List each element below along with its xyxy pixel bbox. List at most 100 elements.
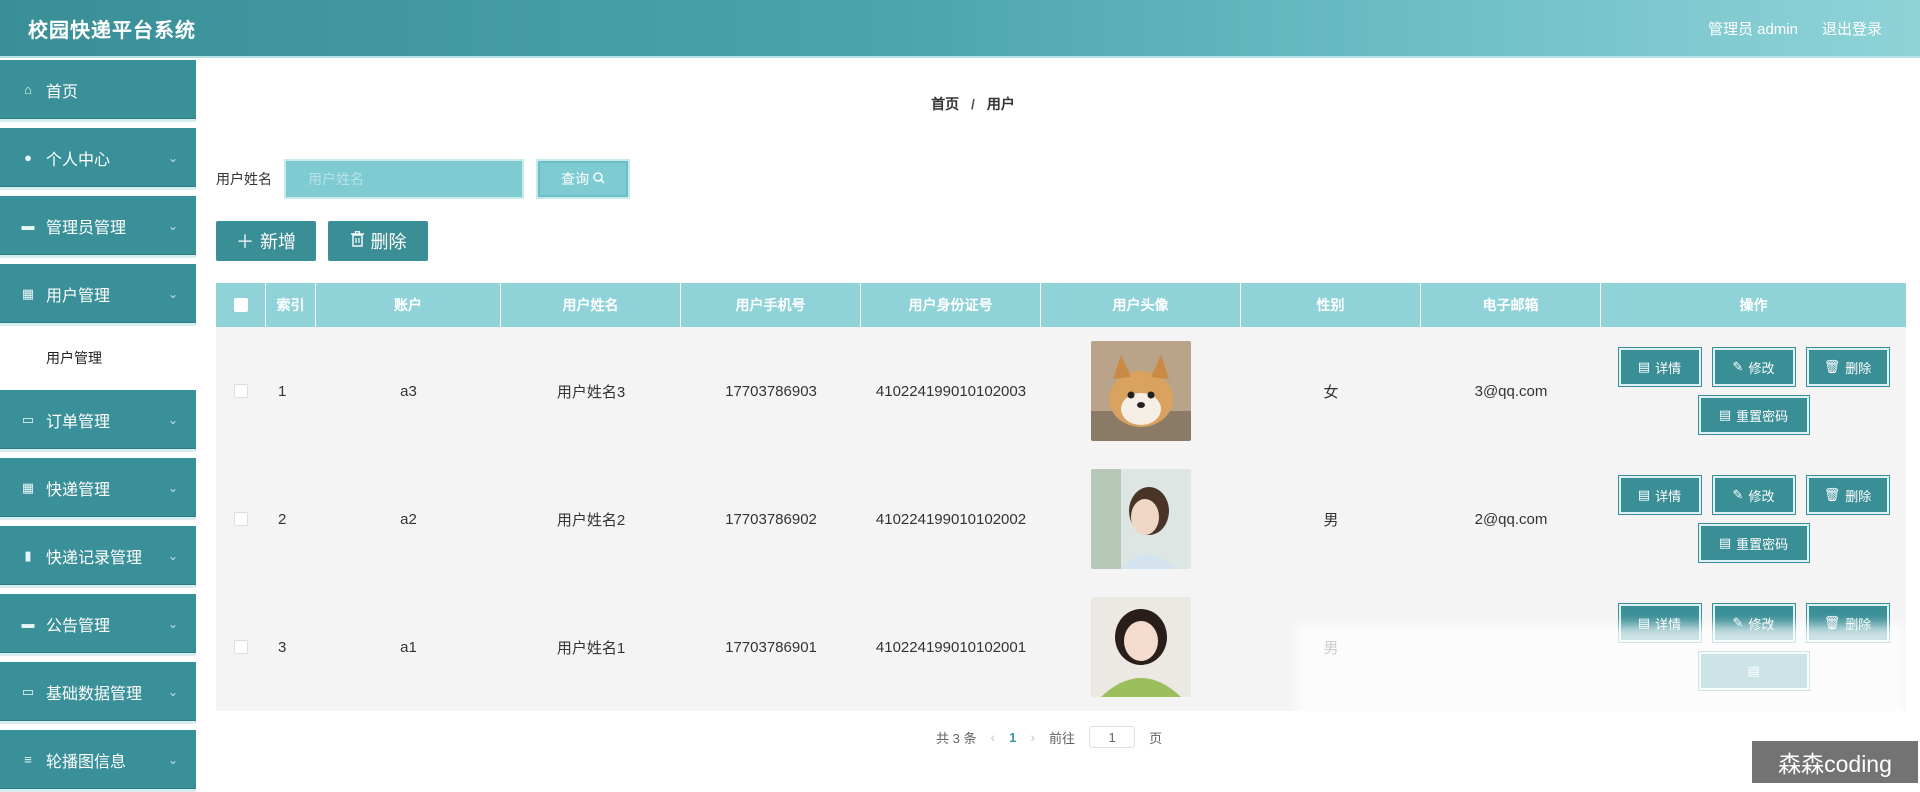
sliders-icon: ≡ [20,752,36,767]
table-header: 索引 账户 用户姓名 用户手机号 用户身份证号 用户头像 性别 电子邮箱 操作 [216,283,1906,327]
table-row: 1 a3 用户姓名3 17703786903 41022419901010200… [216,327,1906,455]
pencil-icon: ✎ [1733,487,1744,503]
chevron-down-icon: ⌄ [168,219,178,233]
sidebar-item-label: 用户管理 [46,282,168,306]
avatar[interactable] [1091,341,1191,441]
main-content: 首页 / 用户 用户姓名 查询 ＋ 新增 删除 索引 账户 用户 [196,60,1920,789]
cell-name: 用户姓名3 [501,327,681,455]
sidebar-item-notices[interactable]: ▬ 公告管理 ⌄ [0,594,196,656]
cell-phone: 17703786901 [681,583,861,711]
sidebar-item-express-records[interactable]: ▮ 快递记录管理 ⌄ [0,526,196,588]
cell-email: 3@qq.com [1421,327,1601,455]
sidebar-item-label: 基础数据管理 [46,680,168,704]
cell-name: 用户姓名2 [501,455,681,583]
sidebar-item-home[interactable]: ⌂ 首页 [0,60,196,122]
reset-password-button[interactable]: ▤重置密码 [1699,524,1809,562]
sidebar-item-label: 轮播图信息 [46,748,168,772]
sidebar-item-label: 订单管理 [46,408,168,432]
top-header: 校园快递平台系统 管理员 admin 退出登录 [0,0,1920,58]
breadcrumb-home[interactable]: 首页 [931,96,959,112]
add-button-label: 新增 [260,228,296,254]
row-checkbox[interactable] [234,384,248,398]
add-button[interactable]: ＋ 新增 [216,221,316,261]
cell-sex: 女 [1241,327,1421,455]
trash-icon: 🗑 [1824,487,1841,503]
cell-account: a2 [316,455,501,583]
breadcrumb-separator: / [971,96,975,112]
person-icon: ● [20,150,36,165]
sidebar-subitem-user-management[interactable]: 用户管理 [0,332,196,384]
column-header: 操作 [1601,283,1906,327]
column-header: 账户 [316,283,501,327]
breadcrumb-current: 用户 [987,96,1015,112]
delete-button-label: 删除 [1845,486,1871,505]
cell-account: a3 [316,327,501,455]
chevron-down-icon: ⌄ [168,287,178,301]
chevron-right-icon[interactable]: › [1030,729,1035,745]
detail-button-label: 详情 [1655,486,1681,505]
row-checkbox[interactable] [234,640,248,654]
sidebar-item-express[interactable]: ▦ 快递管理 ⌄ [0,458,196,520]
cell-index: 1 [266,327,316,455]
cell-avatar [1041,327,1241,455]
search-icon [593,171,605,187]
sidebar-item-orders[interactable]: ▭ 订单管理 ⌄ [0,390,196,452]
row-checkbox[interactable] [234,512,248,526]
detail-button-label: 详情 [1655,358,1681,377]
pencil-icon: ✎ [1733,359,1744,375]
sidebar-item-carousel[interactable]: ≡ 轮播图信息 ⌄ [0,730,196,792]
cell-avatar [1041,455,1241,583]
select-all-cell [216,283,266,327]
sidebar-item-basic-data[interactable]: ▭ 基础数据管理 ⌄ [0,662,196,724]
chevron-down-icon: ⌄ [168,617,178,631]
sidebar-item-profile[interactable]: ● 个人中心 ⌄ [0,128,196,190]
search-input[interactable] [286,161,522,197]
detail-button[interactable]: ▤详情 [1619,348,1701,386]
action-bar: ＋ 新增 删除 [216,221,428,261]
cell-phone: 17703786903 [681,327,861,455]
grid-icon: ▦ [20,480,36,496]
sidebar-item-label: 管理员管理 [46,214,168,238]
batch-delete-button[interactable]: 删除 [328,221,428,261]
app-title: 校园快递平台系统 [28,14,196,43]
cell-account: a1 [316,583,501,711]
edit-button[interactable]: ✎修改 [1713,348,1795,386]
page-number[interactable]: 1 [1009,730,1016,745]
edit-button[interactable]: ✎修改 [1713,476,1795,514]
delete-button[interactable]: 🗑删除 [1807,348,1889,386]
detail-button[interactable]: ▤详情 [1619,476,1701,514]
chat-icon: ▬ [20,616,36,631]
query-button-label: 查询 [561,169,589,189]
reset-password-button[interactable]: ▤重置密码 [1699,396,1809,434]
column-header: 性别 [1241,283,1421,327]
row-actions: ▤详情 ✎修改 🗑删除 ▤重置密码 [1609,476,1899,562]
plus-icon: ＋ [236,228,254,254]
delete-button[interactable]: 🗑删除 [1807,476,1889,514]
query-button[interactable]: 查询 [538,161,628,197]
page-jump-input[interactable] [1089,726,1135,748]
logout-link[interactable]: 退出登录 [1822,18,1882,39]
ticket-icon: ▭ [20,684,36,700]
briefcase-icon: ▭ [20,412,36,428]
current-user: 管理员 admin [1708,18,1798,39]
sidebar-item-admin[interactable]: ▬ 管理员管理 ⌄ [0,196,196,258]
chevron-down-icon: ⌄ [168,549,178,563]
sidebar: ⌂ 首页 ● 个人中心 ⌄ ▬ 管理员管理 ⌄ ▦ 用户管理 ⌄ 用户管理 ▭ … [0,60,196,789]
cell-actions: ▤详情 ✎修改 🗑删除 ▤重置密码 [1601,327,1906,455]
select-all-checkbox[interactable] [234,298,248,312]
cell-email: 2@qq.com [1421,455,1601,583]
page-suffix: 页 [1149,728,1162,747]
chat-icon: ▬ [20,218,36,233]
chevron-down-icon: ⌄ [168,151,178,165]
edit-button-label: 修改 [1748,358,1774,377]
sidebar-item-label: 个人中心 [46,146,168,170]
header-right: 管理员 admin 退出登录 [1708,18,1882,39]
avatar[interactable] [1091,597,1191,697]
sidebar-item-label: 公告管理 [46,612,168,636]
avatar[interactable] [1091,469,1191,569]
reset-password-label: 重置密码 [1736,406,1788,425]
cell-actions: ▤详情 ✎修改 🗑删除 ▤重置密码 [1601,455,1906,583]
breadcrumb: 首页 / 用户 [196,94,1750,114]
sidebar-item-users[interactable]: ▦ 用户管理 ⌄ [0,264,196,326]
chevron-left-icon[interactable]: ‹ [990,729,995,745]
